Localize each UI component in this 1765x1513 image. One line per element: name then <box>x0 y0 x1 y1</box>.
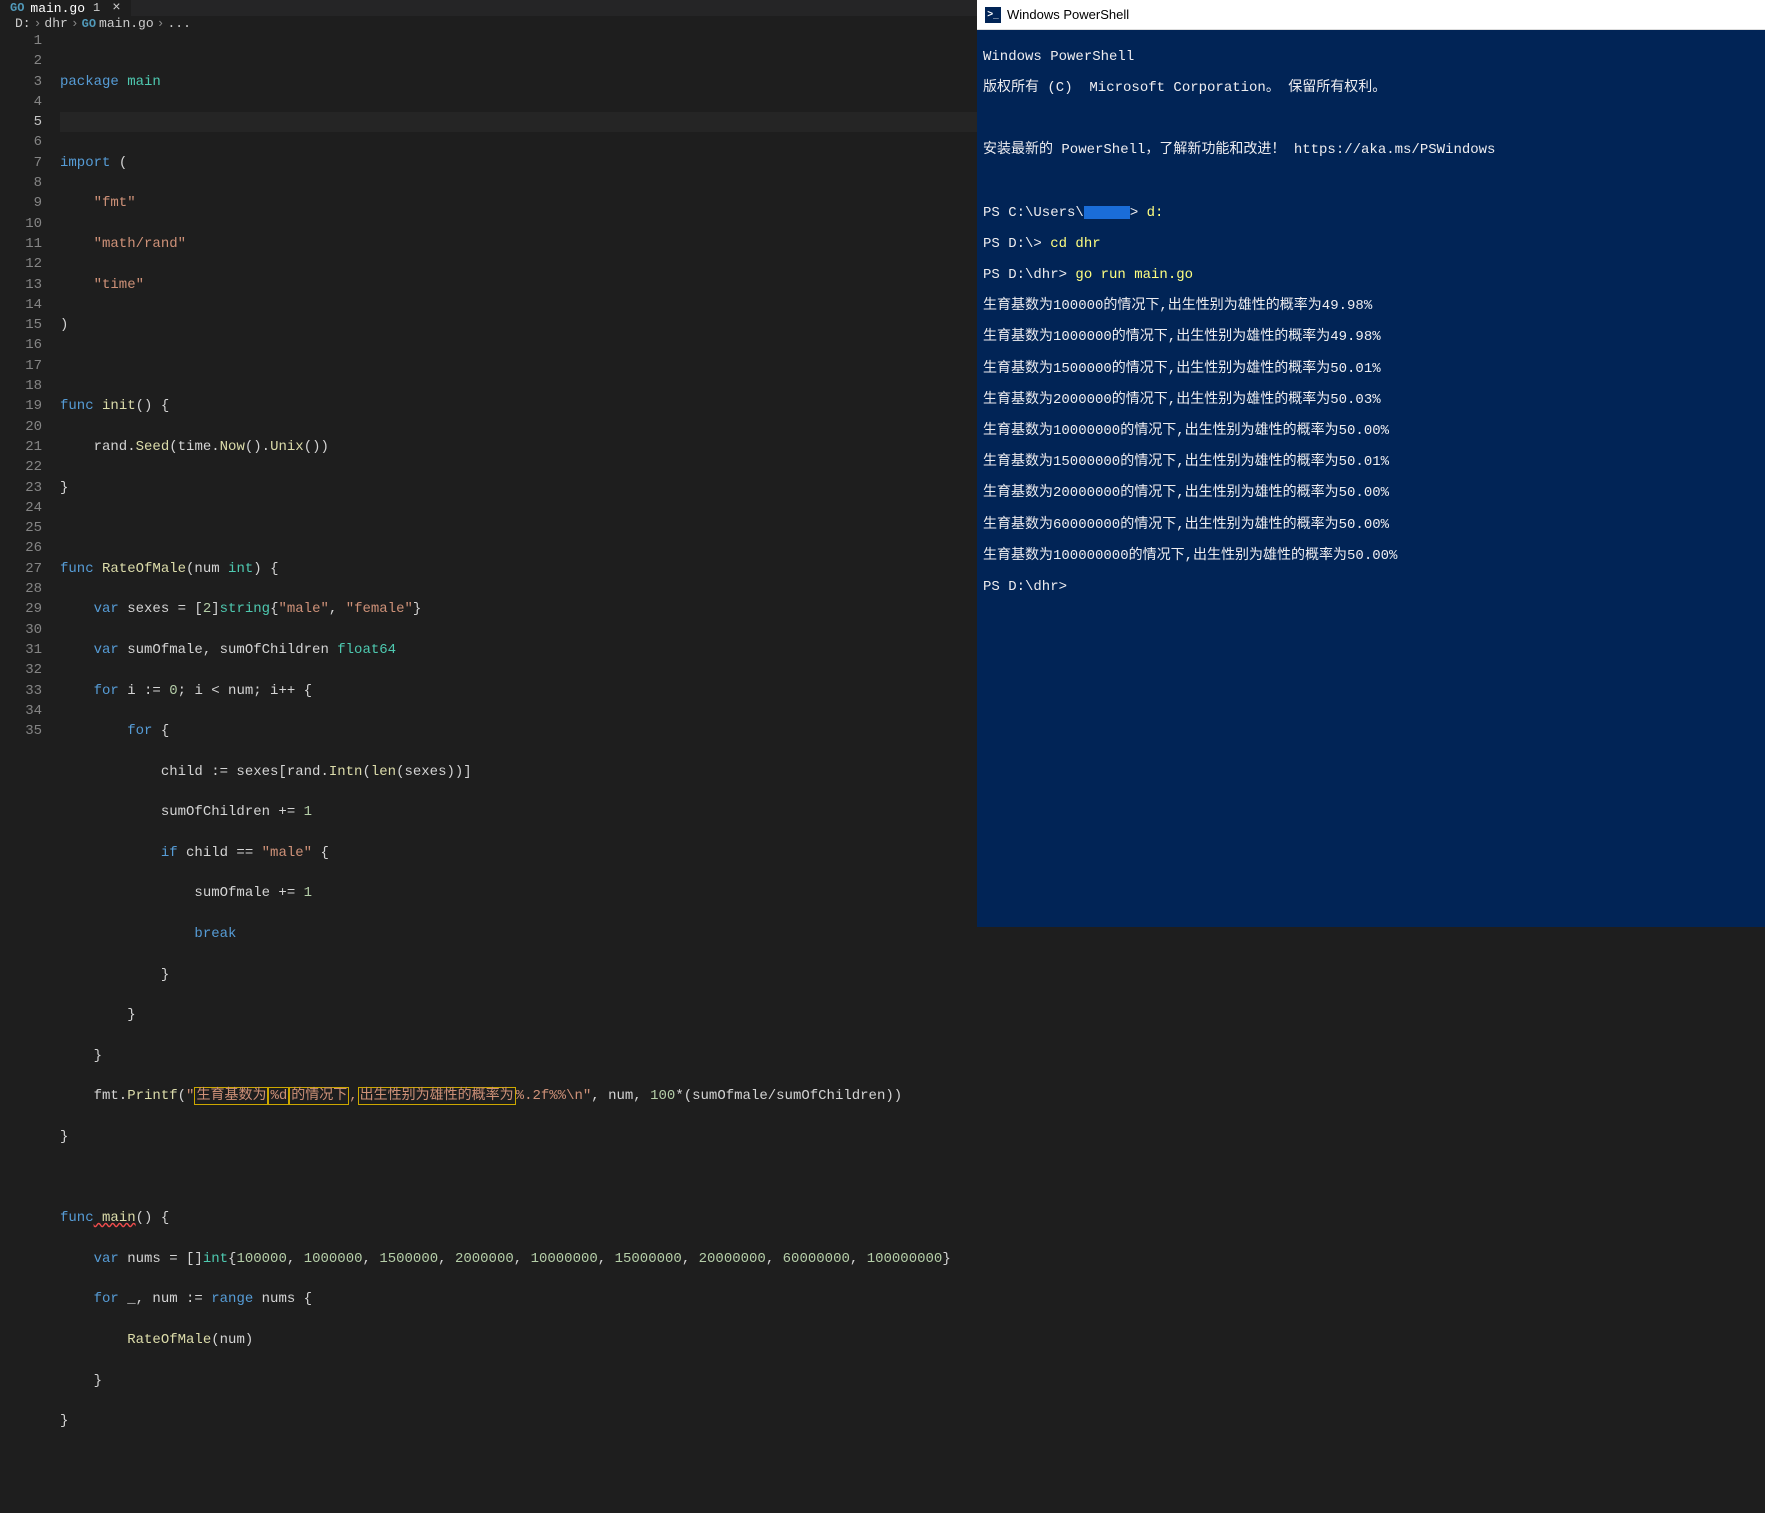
breadcrumb-file[interactable]: main.go <box>99 16 154 31</box>
terminal-line: 生育基数为100000000的情况下,出生性别为雄性的概率为50.00% <box>983 549 1759 565</box>
redacted-username <box>1084 206 1130 219</box>
terminal-line: 生育基数为15000000的情况下,出生性别为雄性的概率为50.01% <box>983 455 1759 471</box>
editor-pane: GO main.go 1 × D: › dhr › GO main.go › .… <box>0 0 977 927</box>
terminal-line: 生育基数为60000000的情况下,出生性别为雄性的概率为50.00% <box>983 518 1759 534</box>
tab-bar: GO main.go 1 × <box>0 0 977 16</box>
current-line-highlight <box>60 112 977 132</box>
terminal-line: PS D:\dhr> <box>983 580 1759 596</box>
tab-main-go[interactable]: GO main.go 1 × <box>0 0 132 16</box>
terminal-title-bar[interactable]: >_ Windows PowerShell <box>977 0 1765 30</box>
code-area[interactable]: 1234 5678 9101112 13141516 17181920 2122… <box>0 31 977 1513</box>
terminal-line: 生育基数为100000的情况下,出生性别为雄性的概率为49.98% <box>983 299 1759 315</box>
tab-filename: main.go <box>30 1 85 16</box>
terminal-body[interactable]: Windows PowerShell 版权所有 (C) Microsoft Co… <box>977 30 1765 927</box>
terminal-line: 生育基数为1000000的情况下,出生性别为雄性的概率为49.98% <box>983 330 1759 346</box>
terminal-line <box>983 112 1759 128</box>
terminal-line: 生育基数为2000000的情况下,出生性别为雄性的概率为50.03% <box>983 393 1759 409</box>
terminal-line: 生育基数为10000000的情况下,出生性别为雄性的概率为50.00% <box>983 424 1759 440</box>
terminal-line: PS D:\dhr> go run main.go <box>983 268 1759 284</box>
powershell-icon: >_ <box>985 7 1001 23</box>
go-file-icon: GO <box>10 1 24 15</box>
chevron-right-icon: › <box>157 16 165 31</box>
terminal-line: 版权所有 (C) Microsoft Corporation。 保留所有权利。 <box>983 81 1759 97</box>
go-file-icon: GO <box>82 17 96 31</box>
breadcrumbs[interactable]: D: › dhr › GO main.go › ... <box>0 16 977 31</box>
breadcrumb-more[interactable]: ... <box>167 16 190 31</box>
terminal-line: 安装最新的 PowerShell，了解新功能和改进！ https://aka.m… <box>983 143 1759 159</box>
chevron-right-icon: › <box>34 16 42 31</box>
tab-dirty-indicator: 1 <box>93 1 100 15</box>
terminal-line: PS C:\Users\> d: <box>983 206 1759 222</box>
terminal-line: PS D:\> cd dhr <box>983 237 1759 253</box>
line-number-gutter: 1234 5678 9101112 13141516 17181920 2122… <box>0 31 60 1513</box>
terminal-line: 生育基数为1500000的情况下,出生性别为雄性的概率为50.01% <box>983 362 1759 378</box>
breadcrumb-root[interactable]: D: <box>15 16 31 31</box>
terminal-line: 生育基数为20000000的情况下,出生性别为雄性的概率为50.00% <box>983 486 1759 502</box>
breadcrumb-folder[interactable]: dhr <box>44 16 67 31</box>
code-content[interactable]: package main import ( "fmt" "math/rand" … <box>60 31 977 1513</box>
terminal-line: Windows PowerShell <box>983 50 1759 66</box>
close-icon[interactable]: × <box>112 0 120 16</box>
chevron-right-icon: › <box>71 16 79 31</box>
terminal-pane: >_ Windows PowerShell Windows PowerShell… <box>977 0 1765 927</box>
terminal-line <box>983 174 1759 190</box>
terminal-title: Windows PowerShell <box>1007 7 1129 22</box>
